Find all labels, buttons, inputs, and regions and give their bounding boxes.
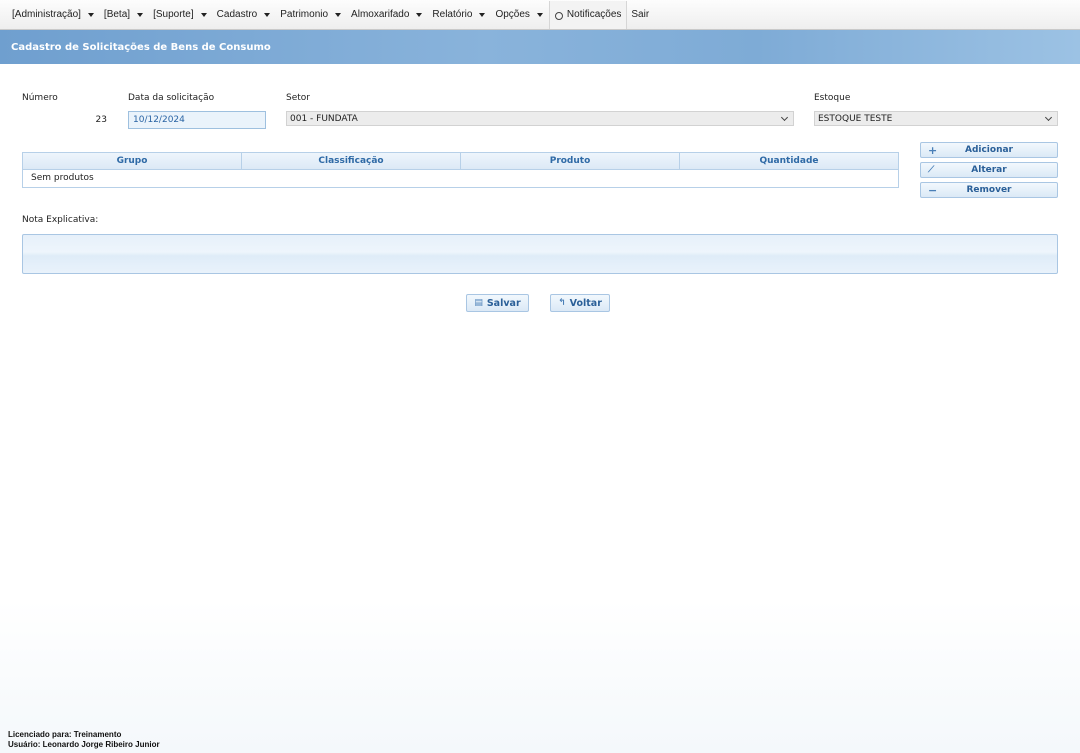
menu-almoxarifado-label: Almoxarifado: [351, 9, 410, 20]
menu-cadastro-label: Cadastro: [216, 9, 258, 20]
salvar-label: Salvar: [486, 297, 521, 309]
caret-down-icon: [335, 12, 342, 17]
caret-down-icon: [87, 12, 94, 17]
chevron-down-icon: [780, 113, 789, 121]
remover-button[interactable]: − Remover: [920, 182, 1058, 198]
table-empty-message: Sem produtos: [31, 173, 94, 183]
caret-down-icon: [479, 12, 486, 17]
menu-suporte[interactable]: [Suporte]: [149, 4, 213, 26]
estoque-selected-value: ESTOQUE TESTE: [818, 113, 893, 124]
setor-selected-value: 001 - FUNDATA: [290, 113, 358, 124]
page-title: Cadastro de Solicitações de Bens de Cons…: [11, 41, 271, 53]
estoque-select[interactable]: ESTOQUE TESTE: [814, 111, 1058, 126]
menu-patrimonio-label: Patrimonio: [280, 9, 329, 20]
setor-label: Setor: [286, 93, 310, 103]
caret-down-icon: [137, 12, 144, 17]
column-header-quantidade[interactable]: Quantidade: [680, 153, 898, 169]
numero-label: Número: [22, 93, 58, 103]
menu-notificacoes[interactable]: Notificações: [548, 0, 628, 29]
data-solicitacao-input[interactable]: [128, 111, 266, 129]
caret-down-icon: [536, 12, 543, 17]
voltar-label: Voltar: [569, 297, 602, 309]
menu-administracao-label: [Administração]: [12, 9, 81, 20]
alterar-button[interactable]: ⟋ Alterar: [920, 162, 1058, 178]
top-menu-bar: [Administração] [Beta] [Suporte] Cadastr…: [0, 0, 1080, 30]
menu-cadastro[interactable]: Cadastro: [213, 4, 277, 26]
footer: Licenciado para: Treinamento Usuário: Le…: [8, 730, 160, 750]
estoque-label: Estoque: [814, 93, 851, 103]
menu-almoxarifado[interactable]: Almoxarifado: [347, 4, 428, 26]
nota-explicativa-textarea[interactable]: [22, 234, 1058, 274]
menu-opcoes[interactable]: Opções: [491, 4, 548, 26]
footer-license: Licenciado para: Treinamento: [8, 730, 122, 739]
menu-beta-label: [Beta]: [103, 9, 131, 20]
caret-down-icon: [200, 12, 207, 17]
menu-notificacoes-label: Notificações: [566, 9, 622, 20]
minus-icon: −: [928, 183, 938, 197]
bottom-background: [0, 600, 1080, 753]
nota-explicativa-label: Nota Explicativa:: [22, 215, 99, 225]
undo-arrow-icon: ↰: [558, 298, 566, 308]
notification-bell-icon: [554, 11, 563, 20]
column-header-produto[interactable]: Produto: [461, 153, 680, 169]
remover-label: Remover: [966, 185, 1012, 195]
page-title-bar: Cadastro de Solicitações de Bens de Cons…: [0, 30, 1080, 64]
column-header-grupo[interactable]: Grupo: [23, 153, 242, 169]
menu-patrimonio[interactable]: Patrimonio: [276, 4, 347, 26]
footer-user: Usuário: Leonardo Jorge Ribeiro Junior: [8, 740, 160, 749]
alterar-label: Alterar: [971, 165, 1007, 175]
plus-icon: +: [928, 143, 938, 157]
menu-relatorio-label: Relatório: [432, 9, 473, 20]
pencil-icon: ⟋: [928, 165, 935, 175]
menu-beta[interactable]: [Beta]: [100, 4, 149, 26]
caret-down-icon: [264, 12, 271, 17]
caret-down-icon: [416, 12, 423, 17]
voltar-button[interactable]: ↰ Voltar: [550, 294, 610, 312]
table-header: Grupo Classificação Produto Quantidade: [23, 153, 898, 170]
menu-administracao[interactable]: [Administração]: [8, 4, 100, 26]
salvar-button[interactable]: ▤ Salvar: [466, 294, 529, 312]
chevron-down-icon: [1044, 113, 1053, 121]
save-icon: ▤: [474, 298, 483, 308]
menu-relatorio[interactable]: Relatório: [428, 4, 491, 26]
setor-select[interactable]: 001 - FUNDATA: [286, 111, 794, 126]
menu-suporte-label: [Suporte]: [153, 9, 194, 20]
menu-sair-label: Sair: [631, 9, 650, 20]
adicionar-button[interactable]: + Adicionar: [920, 142, 1058, 158]
adicionar-label: Adicionar: [964, 145, 1013, 155]
menu-opcoes-label: Opções: [495, 9, 530, 20]
numero-value: 23: [95, 115, 107, 125]
menu-sair[interactable]: Sair: [627, 4, 653, 26]
data-solicitacao-label: Data da solicitação: [128, 93, 215, 103]
produtos-table: Grupo Classificação Produto Quantidade S…: [22, 152, 899, 188]
column-header-classificacao[interactable]: Classificação: [242, 153, 461, 169]
